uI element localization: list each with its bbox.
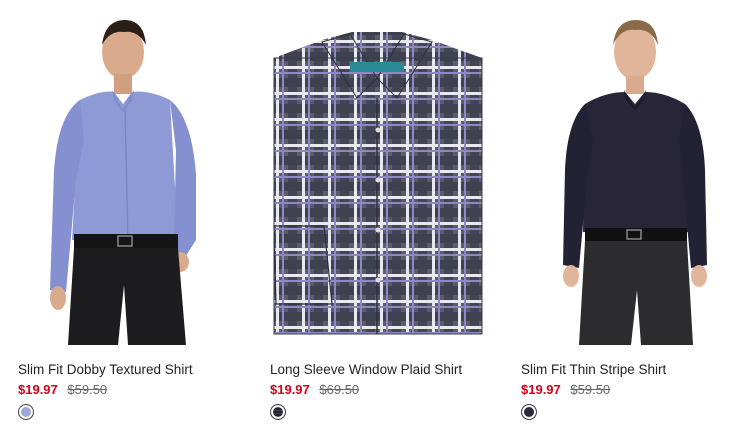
- product-grid: Slim Fit Dobby Textured Shirt $19.97 $59…: [0, 0, 747, 442]
- color-swatch-navy[interactable]: [521, 404, 537, 420]
- product-card[interactable]: Slim Fit Thin Stripe Shirt $19.97 $59.50: [513, 0, 743, 442]
- original-price: $69.50: [319, 382, 360, 397]
- product-card[interactable]: Long Sleeve Window Plaid Shirt $19.97 $6…: [262, 0, 492, 442]
- product-name[interactable]: Long Sleeve Window Plaid Shirt: [270, 362, 462, 377]
- product-image-model-blue-shirt[interactable]: [10, 0, 240, 345]
- product-price: $19.97 $69.50: [270, 382, 359, 397]
- product-price: $19.97 $59.50: [18, 382, 107, 397]
- color-swatch-plaid[interactable]: [270, 404, 286, 420]
- sale-price: $19.97: [18, 382, 58, 397]
- original-price: $59.50: [570, 382, 611, 397]
- product-image-model-navy-shirt[interactable]: [513, 0, 743, 345]
- product-image-folded-plaid-shirt[interactable]: [262, 0, 492, 345]
- sale-price: $19.97: [521, 382, 561, 397]
- product-name[interactable]: Slim Fit Dobby Textured Shirt: [18, 362, 193, 377]
- sale-price: $19.97: [270, 382, 310, 397]
- product-card[interactable]: Slim Fit Dobby Textured Shirt $19.97 $59…: [10, 0, 240, 442]
- color-swatch-blue[interactable]: [18, 404, 34, 420]
- product-price: $19.97 $59.50: [521, 382, 610, 397]
- original-price: $59.50: [67, 382, 108, 397]
- product-name[interactable]: Slim Fit Thin Stripe Shirt: [521, 362, 666, 377]
